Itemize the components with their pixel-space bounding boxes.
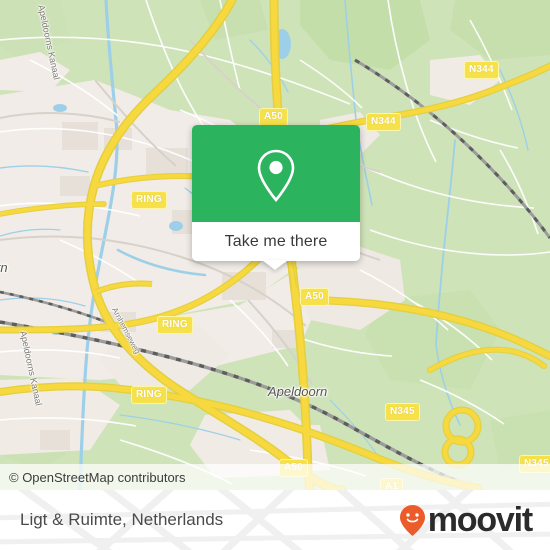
shield-ring-north[interactable]: RING [131, 191, 167, 209]
screenshot-root: A50 N344 N344 RING A50 RING RING N345 N3… [0, 0, 550, 550]
card-accent-panel [192, 125, 360, 222]
moovit-wordmark: moovit [427, 501, 533, 539]
osm-attribution[interactable]: © OpenStreetMap contributors [9, 470, 186, 485]
take-me-there-card[interactable]: Take me there [192, 125, 360, 261]
take-me-there-label: Take me there [224, 232, 328, 250]
shield-n344-far-east[interactable]: N344 [464, 61, 499, 79]
footer-bar: Ligt & Ruimte, Netherlands moovit [0, 490, 550, 550]
moovit-logo[interactable]: moovit [399, 501, 533, 539]
shield-a50-north[interactable]: A50 [259, 108, 288, 126]
moovit-pin-smiley-icon [399, 504, 425, 536]
shield-ring-south[interactable]: RING [131, 386, 167, 404]
truncated-place-label: rn [0, 260, 8, 275]
shield-n344-east[interactable]: N344 [366, 113, 401, 131]
shield-ring-mid[interactable]: RING [157, 316, 193, 334]
page-title: Ligt & Ruimte, Netherlands [20, 510, 224, 529]
card-pointer-tail [262, 260, 288, 270]
shield-a50-mid[interactable]: A50 [300, 288, 329, 306]
apeldoorn-label: Apeldoorn [268, 384, 328, 399]
map-pin-icon [257, 149, 295, 203]
shield-n345-west[interactable]: N345 [385, 403, 420, 421]
take-me-there-button[interactable]: Take me there [192, 222, 360, 261]
